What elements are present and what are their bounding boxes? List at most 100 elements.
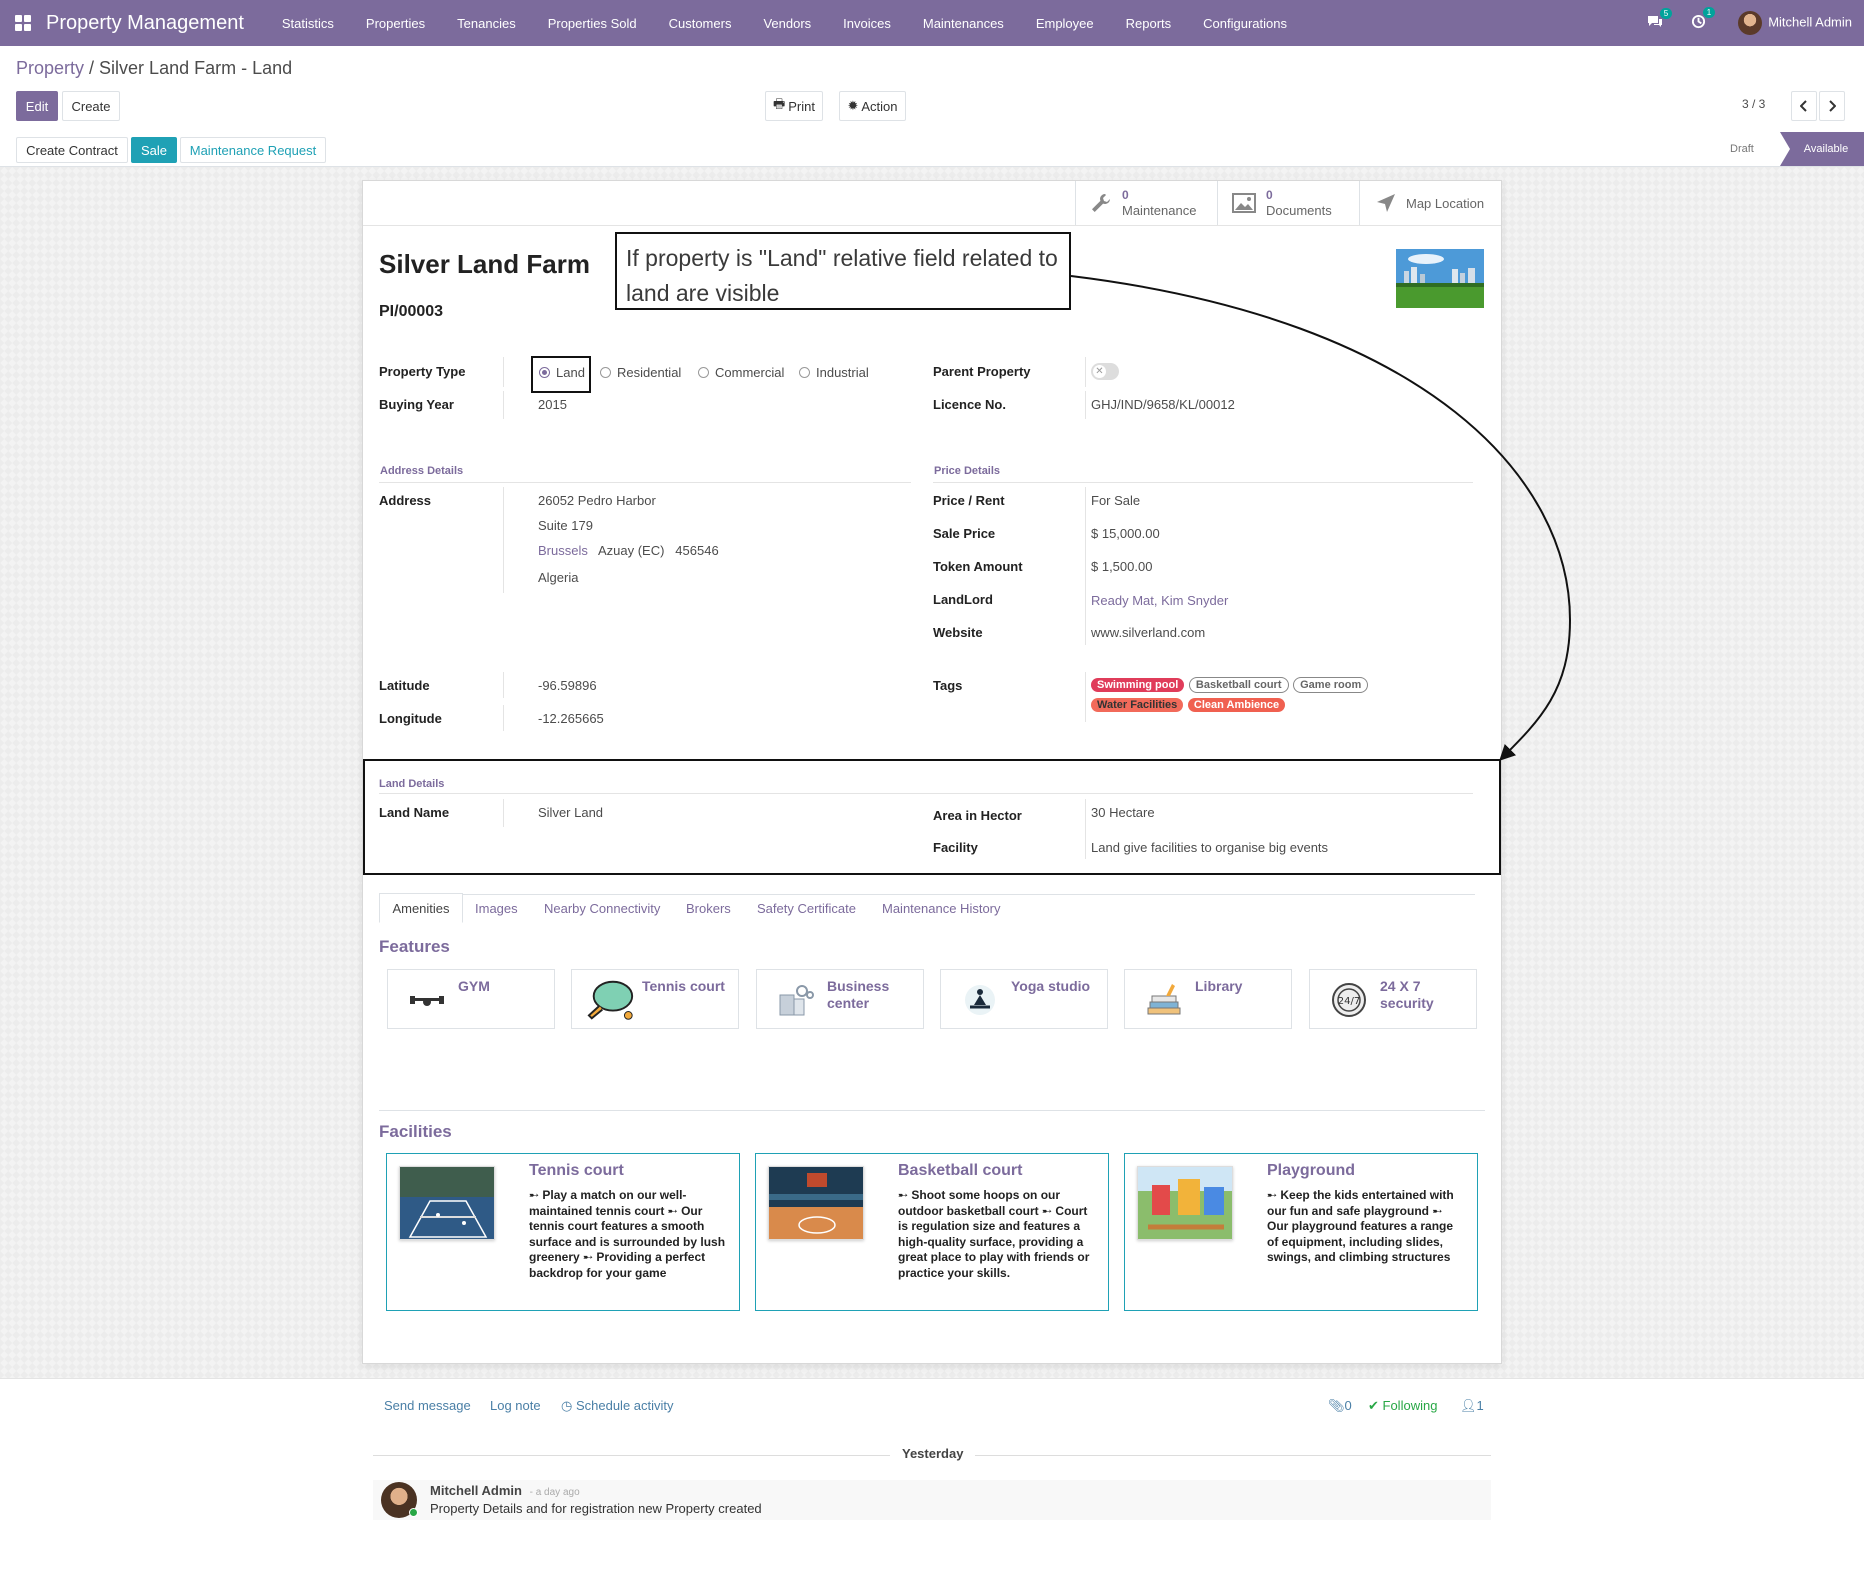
property-type-land-option[interactable]: Land [539, 365, 585, 380]
pager-previous-button[interactable] [1791, 91, 1817, 121]
feature-tennis-court[interactable]: Tennis court [571, 969, 739, 1029]
menu-invoices[interactable]: Invoices [827, 16, 907, 31]
longitude-value[interactable]: -12.265665 [538, 711, 604, 726]
map-location-smart-button[interactable]: Map Location [1359, 181, 1502, 225]
playground-image [1137, 1166, 1233, 1240]
menu-reports[interactable]: Reports [1110, 16, 1188, 31]
menu-tenancies[interactable]: Tenancies [441, 16, 532, 31]
map-location-label: Map Location [1406, 195, 1485, 211]
tab-safety-certificate[interactable]: Safety Certificate [757, 893, 856, 923]
property-type-residential-option[interactable]: Residential [600, 365, 681, 380]
apps-menu-icon[interactable] [0, 0, 46, 46]
property-type-label: Property Type [379, 364, 466, 379]
attachments-button[interactable]: 📎︎0 [1328, 1398, 1352, 1414]
property-type-commercial-option[interactable]: Commercial [698, 365, 784, 380]
menu-properties[interactable]: Properties [350, 16, 441, 31]
feature-library[interactable]: Library [1124, 969, 1292, 1029]
create-contract-button[interactable]: Create Contract [16, 137, 128, 163]
tag-game-room[interactable]: Game room [1293, 677, 1369, 693]
edit-button[interactable]: Edit [16, 91, 58, 121]
menu-configurations[interactable]: Configurations [1187, 16, 1303, 31]
property-name[interactable]: Silver Land Farm [379, 249, 590, 280]
address-city[interactable]: Brussels [538, 543, 588, 558]
tab-images[interactable]: Images [475, 893, 518, 923]
address-country[interactable]: Algeria [538, 570, 578, 585]
land-name-value[interactable]: Silver Land [538, 805, 603, 820]
create-button[interactable]: Create [62, 91, 120, 121]
tab-nearby-connectivity[interactable]: Nearby Connectivity [544, 893, 660, 923]
status-available[interactable]: Available [1780, 132, 1864, 166]
documents-smart-button[interactable]: 0 Documents [1217, 181, 1359, 225]
facility-card-tennis-court[interactable]: Tennis court ➸ Play a match on our well-… [386, 1153, 740, 1311]
menu-customers[interactable]: Customers [653, 16, 748, 31]
address-street2[interactable]: Suite 179 [538, 518, 593, 533]
menu-maintenances[interactable]: Maintenances [907, 16, 1020, 31]
menu-statistics[interactable]: Statistics [266, 16, 350, 31]
tag-swimming-pool[interactable]: Swimming pool [1091, 678, 1185, 692]
top-navbar: Property Management Statistics Propertie… [0, 0, 1864, 46]
token-amount-value[interactable]: $ 1,500.00 [1091, 559, 1152, 574]
tags-field[interactable]: Swimming pool Basketball court Game room… [1091, 676, 1431, 715]
log-note-button[interactable]: Log note [490, 1398, 541, 1413]
maintenance-count: 0 [1122, 188, 1129, 202]
price-rent-value[interactable]: For Sale [1091, 493, 1140, 508]
sale-price-value[interactable]: $ 15,000.00 [1091, 526, 1160, 541]
feature-yoga-studio[interactable]: Yoga studio [940, 969, 1108, 1029]
action-button[interactable]: ✹ Action [839, 91, 906, 121]
activities-icon[interactable]: 1 [1691, 7, 1716, 32]
address-street[interactable]: 26052 Pedro Harbor [538, 493, 656, 508]
messages-icon[interactable]: 5 [1647, 7, 1673, 32]
status-draft[interactable]: Draft [1730, 132, 1782, 166]
message-body: Property Details and for registration ne… [430, 1501, 762, 1516]
print-label: Print [788, 98, 815, 114]
maintenance-smart-button[interactable]: 0 Maintenance [1075, 181, 1217, 225]
following-button[interactable]: ✔ Following [1368, 1398, 1437, 1414]
address-state[interactable]: Azuay (EC) [598, 543, 664, 558]
facility-card-basketball-court[interactable]: Basketball court ➸ Shoot some hoops on o… [755, 1153, 1109, 1311]
facility-card-playground[interactable]: Playground ➸ Keep the kids entertained w… [1124, 1153, 1478, 1311]
divider [379, 1110, 1485, 1111]
books-icon [1139, 980, 1189, 1020]
area-value[interactable]: 30 Hectare [1091, 805, 1155, 820]
land-section-title: Land Details [379, 778, 445, 790]
landlord-value[interactable]: Ready Mat, Kim Snyder [1091, 593, 1228, 608]
licence-label: Licence No. [933, 397, 1006, 412]
breadcrumb-parent[interactable]: Property [16, 58, 84, 78]
tab-amenities[interactable]: Amenities [379, 893, 463, 923]
schedule-activity-label: Schedule activity [575, 1398, 674, 1413]
address-zip[interactable]: 456546 [675, 543, 718, 558]
tag-water-facilities[interactable]: Water Facilities [1091, 698, 1184, 712]
licence-value[interactable]: GHJ/IND/9658/KL/00012 [1091, 397, 1235, 412]
tab-brokers[interactable]: Brokers [686, 893, 731, 923]
menu-vendors[interactable]: Vendors [747, 16, 827, 31]
buying-year-value[interactable]: 2015 [538, 397, 567, 412]
send-message-button[interactable]: Send message [384, 1398, 471, 1413]
property-type-industrial-option[interactable]: Industrial [799, 365, 869, 380]
latitude-value[interactable]: -96.59896 [538, 678, 597, 693]
divider [1085, 391, 1086, 419]
menu-properties-sold[interactable]: Properties Sold [532, 16, 653, 31]
feature-business-center[interactable]: Business center [756, 969, 924, 1029]
parent-property-toggle[interactable]: ✕ [1091, 363, 1119, 380]
maintenance-request-button[interactable]: Maintenance Request [180, 137, 326, 163]
sale-button[interactable]: Sale [131, 137, 177, 163]
pager-value[interactable]: 3 / 3 [1742, 97, 1765, 111]
app-brand[interactable]: Property Management [46, 12, 244, 35]
print-button[interactable]: 🖶 Print [765, 91, 823, 121]
tag-clean-ambience[interactable]: Clean Ambience [1187, 698, 1286, 712]
facility-value[interactable]: Land give facilities to organise big eve… [1091, 840, 1328, 855]
property-image[interactable] [1396, 249, 1484, 308]
followers-button[interactable]: 👤︎1 [1460, 1398, 1484, 1414]
feature-gym[interactable]: GYM [387, 969, 555, 1029]
tag-basketball-court[interactable]: Basketball court [1188, 677, 1289, 693]
pager-next-button[interactable] [1819, 91, 1845, 121]
feature-security[interactable]: 24/7 24 X 7 security [1309, 969, 1477, 1029]
website-value[interactable]: www.silverland.com [1091, 625, 1205, 640]
user-menu[interactable]: Mitchell Admin [1738, 11, 1852, 35]
message-author[interactable]: Mitchell Admin [430, 1483, 522, 1498]
feature-library-label: Library [1195, 978, 1243, 994]
dumbbell-icon [402, 980, 452, 1020]
schedule-activity-button[interactable]: ◷ Schedule activity [561, 1398, 674, 1414]
menu-employee[interactable]: Employee [1020, 16, 1110, 31]
tab-maintenance-history[interactable]: Maintenance History [882, 893, 1001, 923]
